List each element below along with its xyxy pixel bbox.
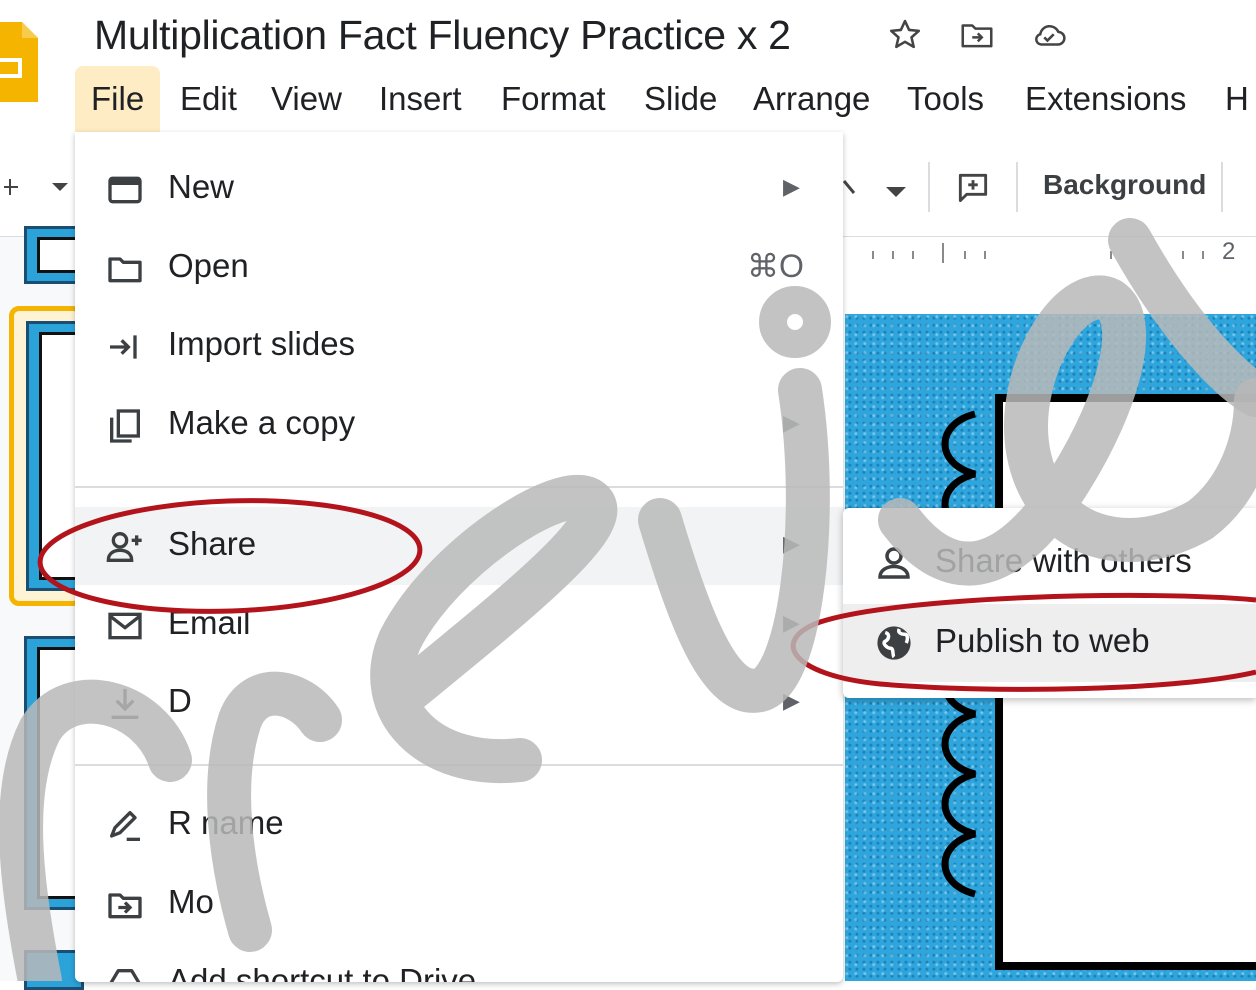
menu-format[interactable]: Format <box>485 66 622 132</box>
menu-divider <box>75 764 843 766</box>
move-icon <box>108 893 142 919</box>
move-to-folder-icon[interactable] <box>958 16 996 54</box>
file-menu-item-label: Mo <box>168 883 214 920</box>
submenu-arrow-icon: ▶ <box>783 410 800 435</box>
menu-tools[interactable]: Tools <box>891 66 1000 132</box>
drive-shortcut-icon <box>109 969 141 982</box>
share-submenu: Share with others Publish to web <box>843 508 1256 698</box>
menu-edit[interactable]: Edit <box>164 66 253 132</box>
file-menu-item-label: Add shortcut to Drive <box>168 962 477 982</box>
file-menu-new[interactable]: New ▶ <box>75 150 843 228</box>
file-menu-open[interactable]: Open ⌘O <box>75 229 843 307</box>
toolbar-divider <box>928 162 930 212</box>
document-title[interactable]: Multiplication Fact Fluency Practice x 2 <box>94 12 791 59</box>
file-menu-item-label: Share <box>168 525 257 562</box>
add-comment-icon[interactable] <box>954 169 992 207</box>
toolbar-divider <box>1221 162 1223 212</box>
globe-icon <box>877 626 911 660</box>
submenu-arrow-icon: ▶ <box>783 174 800 199</box>
line-tool-dropdown-icon[interactable] <box>842 175 914 211</box>
file-menu-add-shortcut[interactable]: Add shortcut to Drive <box>75 944 843 982</box>
file-menu-import-slides[interactable]: Import slides <box>75 307 843 385</box>
menu-help[interactable]: H <box>1209 66 1256 132</box>
file-menu-make-a-copy[interactable]: Make a copy ▶ <box>75 386 843 464</box>
download-icon <box>111 689 139 719</box>
import-icon <box>110 335 137 359</box>
file-menu-item-label: New <box>168 168 235 205</box>
menu-divider <box>75 486 843 488</box>
publish-to-web[interactable]: Publish to web <box>843 604 1256 682</box>
copy-icon <box>110 409 140 443</box>
share-with-others[interactable]: Share with others <box>843 524 1256 602</box>
menu-slide[interactable]: Slide <box>628 66 733 132</box>
ruler-number: 2 <box>1222 238 1236 265</box>
toolbar-divider <box>1016 162 1018 212</box>
menu-extensions[interactable]: Extensions <box>1009 66 1202 132</box>
file-menu-item-label: Import slides <box>168 325 356 362</box>
email-icon <box>108 612 142 640</box>
file-menu-item-label: Make a copy <box>168 404 356 441</box>
cloud-saved-icon[interactable] <box>1030 16 1068 54</box>
file-menu-download[interactable]: D ▶ <box>75 664 843 742</box>
menu-insert[interactable]: Insert <box>363 66 478 132</box>
file-menu-email[interactable]: Email ▶ <box>75 586 843 664</box>
horizontal-ruler <box>845 237 1256 275</box>
menu-arrange[interactable]: Arrange <box>737 66 886 132</box>
new-presentation-icon <box>108 176 142 204</box>
file-menu-move[interactable]: Mo <box>75 865 843 943</box>
submenu-arrow-icon: ▶ <box>783 688 800 713</box>
file-menu-item-label: D <box>168 682 192 719</box>
file-menu-rename[interactable]: R name <box>75 786 843 864</box>
menu-file[interactable]: File <box>75 66 161 132</box>
shortcut-label: ⌘O <box>747 248 804 284</box>
file-menu-item-label: R name <box>168 804 284 841</box>
zoom-dropdown-icon[interactable] <box>0 175 80 199</box>
add-person-icon <box>106 532 142 562</box>
file-menu-item-label: Open <box>168 247 249 284</box>
folder-icon <box>108 257 142 283</box>
file-menu: New ▶ Open ⌘O Import slides Make a copy … <box>75 132 843 982</box>
slides-logo-icon[interactable] <box>0 22 38 102</box>
person-icon <box>878 547 910 579</box>
share-submenu-item-label: Share with others <box>935 542 1192 579</box>
menu-view[interactable]: View <box>255 66 358 132</box>
share-submenu-item-label: Publish to web <box>935 622 1150 659</box>
submenu-arrow-icon: ▶ <box>783 610 800 635</box>
submenu-arrow-icon: ▶ <box>783 531 800 556</box>
selected-slide-thumbnail[interactable] <box>9 306 86 606</box>
background-button[interactable]: Background <box>1043 169 1206 201</box>
file-menu-item-label: Email <box>168 604 251 641</box>
file-menu-share[interactable]: Share ▶ <box>75 507 843 585</box>
star-icon[interactable] <box>886 16 924 54</box>
rename-icon <box>110 811 140 841</box>
